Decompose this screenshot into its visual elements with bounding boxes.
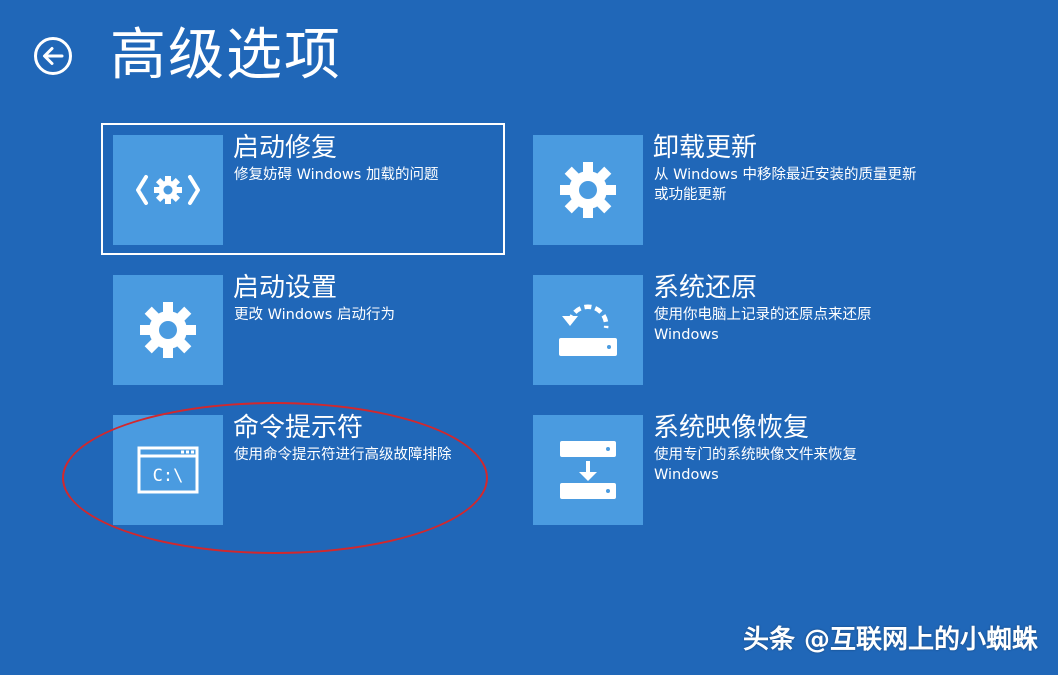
- option-title: 启动修复: [233, 133, 338, 163]
- watermark: 头条 @互联网上的小蜘蛛: [742, 625, 1038, 655]
- option-title: 系统映像恢复: [653, 413, 810, 443]
- option-description: 修复妨碍 Windows 加载的问题: [234, 167, 439, 183]
- option-description: 从 Windows 中移除最近安装的质量更新或功能更新: [654, 167, 917, 203]
- back-button[interactable]: [33, 36, 73, 76]
- page-title: 高级选项: [110, 23, 342, 88]
- option-uninstall-updates[interactable]: 卸载更新 从 Windows 中移除最近安装的质量更新或功能更新: [521, 123, 925, 255]
- option-system-restore[interactable]: 系统还原 使用你电脑上记录的还原点来还原 Windows: [521, 263, 925, 395]
- system-restore-icon: [533, 275, 643, 385]
- option-startup-settings[interactable]: 启动设置 更改 Windows 启动行为: [101, 263, 505, 395]
- option-description: 使用你电脑上记录的还原点来还原 Windows: [654, 307, 872, 343]
- command-prompt-icon: C:\: [113, 415, 223, 525]
- option-description: 使用命令提示符进行高级故障排除: [234, 447, 452, 463]
- option-description: 更改 Windows 启动行为: [234, 307, 395, 323]
- startup-repair-icon: [113, 135, 223, 245]
- gear-icon: [533, 135, 643, 245]
- option-title: 卸载更新: [653, 133, 758, 163]
- option-command-prompt[interactable]: C:\ 命令提示符 使用命令提示符进行高级故障排除: [101, 403, 505, 535]
- option-title: 启动设置: [233, 273, 338, 303]
- option-system-image-recovery[interactable]: 系统映像恢复 使用专门的系统映像文件来恢复 Windows: [521, 403, 925, 535]
- option-startup-repair[interactable]: 启动修复 修复妨碍 Windows 加载的问题: [101, 123, 505, 255]
- system-image-recovery-icon: [533, 415, 643, 525]
- command-prompt-glyph: C:\: [153, 466, 184, 486]
- gear-icon: [113, 275, 223, 385]
- option-title: 命令提示符: [233, 413, 364, 443]
- back-arrow-circle-icon: [34, 37, 72, 75]
- option-title: 系统还原: [653, 273, 758, 303]
- option-description: 使用专门的系统映像文件来恢复 Windows: [654, 447, 857, 483]
